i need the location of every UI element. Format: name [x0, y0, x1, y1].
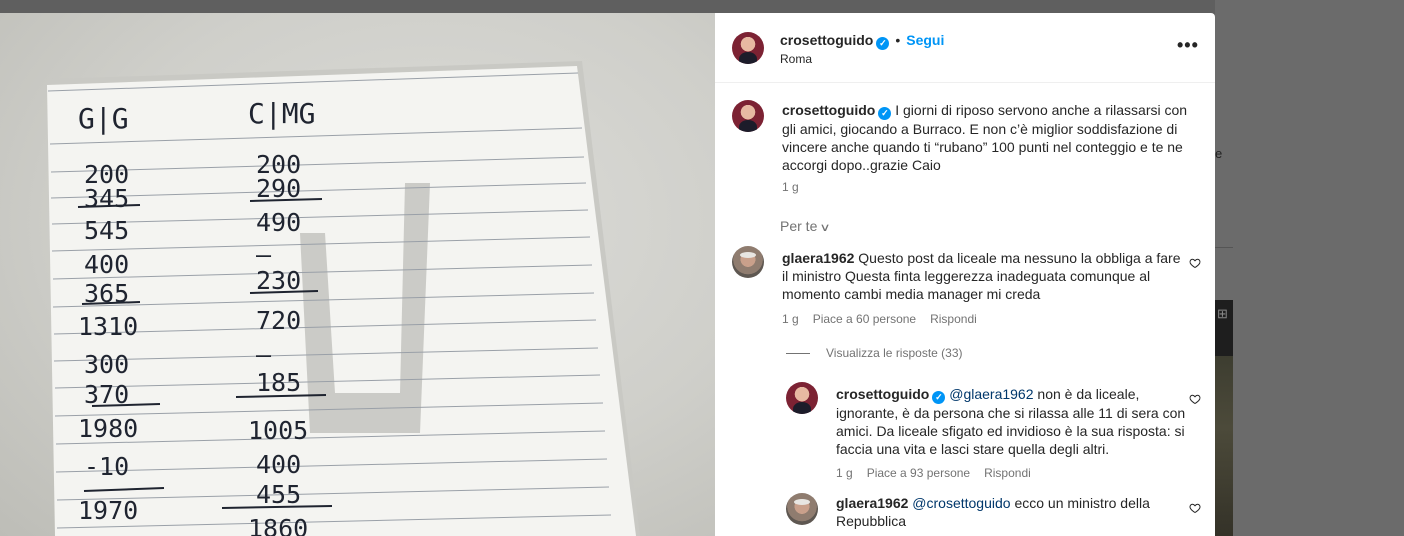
score-value: 455	[256, 480, 301, 509]
reply-likes[interactable]: Piace a 93 persone	[867, 466, 970, 480]
reply-text: glaera1962 @crosettoguido ecco un minist…	[836, 494, 1191, 530]
author-line: crosettoguido ✓ • Segui	[780, 32, 944, 50]
score-sheet-image: G|G20034554540036513103003701980-101970C…	[47, 61, 640, 536]
commenter-avatar[interactable]	[732, 246, 764, 278]
verified-badge-icon: ✓	[878, 107, 892, 120]
comment-meta: 1 g Piace a 60 persone Rispondi	[782, 312, 991, 326]
score-value: 545	[84, 216, 129, 245]
post-detail-panel: crosettoguido ✓ • Segui Roma ••• crosettogu…	[715, 13, 1215, 536]
chevron-down-icon: ∨	[819, 222, 832, 234]
post-location[interactable]: Roma	[780, 52, 812, 66]
comment-username[interactable]: glaera1962	[782, 250, 854, 266]
post-header: crosettoguido ✓ • Segui Roma •••	[715, 13, 1215, 83]
score-value: —	[256, 340, 272, 369]
heart-icon[interactable]	[1189, 393, 1201, 405]
reply-mention[interactable]: @crosettoguido	[912, 495, 1010, 511]
score-value: -10	[84, 452, 129, 481]
score-value: 400	[84, 250, 129, 279]
caption-avatar[interactable]	[732, 100, 764, 132]
score-value: 490	[256, 208, 301, 237]
post-photo: G|G 200 345 545 400 365 1310 300 370 1980 -10 1970 C…	[0, 13, 715, 536]
score-value: 720	[256, 306, 301, 335]
reply-button[interactable]: Rispondi	[984, 466, 1031, 480]
score-value: 1310	[78, 312, 138, 341]
author-avatar[interactable]	[732, 32, 764, 64]
score-value: 345	[84, 184, 129, 213]
verified-badge-icon: ✓	[876, 37, 890, 50]
background-text-fragment: e	[1215, 146, 1223, 161]
score-value: 300	[84, 350, 129, 379]
reply-meta: 1 g Piace a 93 persone Rispondi	[836, 466, 1045, 480]
reply-mention[interactable]: @glaera1962	[949, 386, 1033, 402]
score-value: 1980	[78, 414, 138, 443]
score-value: 185	[256, 368, 301, 397]
reply-text: crosettoguido ✓ @glaera1962 non è da lice…	[836, 385, 1191, 458]
background-image-edge: ⊞	[1215, 300, 1233, 356]
score-value: 1005	[248, 416, 308, 445]
reply-avatar[interactable]	[786, 493, 818, 525]
reply-button[interactable]: Rispondi	[930, 312, 977, 326]
for-you-dropdown[interactable]: Per te ∨	[780, 218, 832, 234]
score-value: 290	[256, 174, 301, 203]
caption-meta: 1 g	[782, 180, 813, 194]
replies-rule	[786, 353, 810, 355]
score-column-header: C|MG	[248, 97, 315, 130]
caption-time[interactable]: 1 g	[782, 180, 799, 194]
verified-badge-icon: ✓	[932, 391, 946, 404]
heart-icon[interactable]	[1189, 257, 1201, 269]
separator-dot: •	[895, 32, 901, 48]
score-value: 1860	[248, 514, 308, 536]
reply-username[interactable]: glaera1962	[836, 495, 908, 511]
caption-text: crosettoguido ✓ I giorni di riposo servon…	[782, 101, 1192, 174]
view-replies-button[interactable]: Visualizza le risposte (33)	[786, 346, 963, 360]
view-replies-label: Visualizza le risposte (33)	[826, 346, 963, 360]
caption-username[interactable]: crosettoguido	[782, 102, 875, 118]
comment-time[interactable]: 1 g	[782, 312, 799, 326]
background-divider	[1215, 247, 1233, 248]
heart-icon[interactable]	[1189, 502, 1201, 514]
score-value: 1970	[78, 496, 138, 525]
reply-time[interactable]: 1 g	[836, 466, 853, 480]
background-image-edge-lower	[1215, 356, 1233, 536]
comment-likes[interactable]: Piace a 60 persone	[813, 312, 916, 326]
for-you-label: Per te	[780, 218, 818, 234]
reply-avatar[interactable]	[786, 382, 818, 414]
comment-text: glaera1962 Questo post da liceale ma nes…	[782, 249, 1182, 303]
more-options-icon[interactable]: •••	[1177, 35, 1199, 56]
score-value: —	[256, 240, 272, 269]
score-value: 400	[256, 450, 301, 479]
score-column-header: G|G	[78, 102, 129, 135]
score-value: 230	[256, 266, 301, 295]
background-page: e ⊞	[1215, 0, 1404, 536]
author-username[interactable]: crosettoguido	[780, 32, 873, 48]
follow-button[interactable]: Segui	[906, 32, 944, 48]
reply-username[interactable]: crosettoguido	[836, 386, 929, 402]
